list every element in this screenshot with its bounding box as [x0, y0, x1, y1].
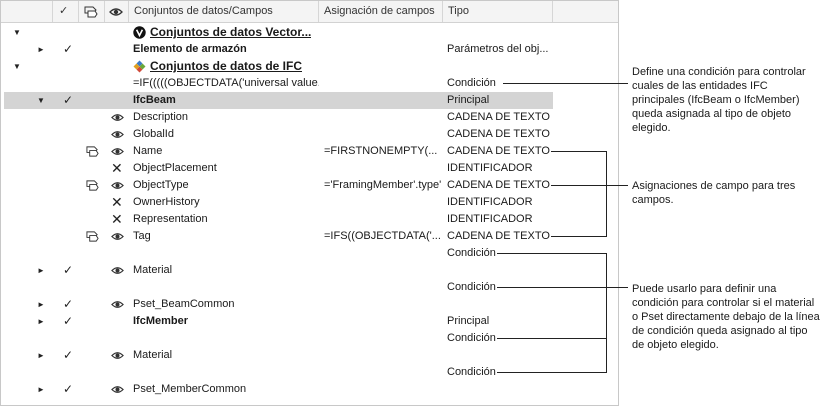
annotation-material-pset-condition: Puede usarlo para definir una condición …: [632, 283, 820, 351]
annotation-field-mappings: Asignaciones de campo para tres campos.: [632, 180, 796, 206]
annotation-condition-entities: Define una condición para controlar cual…: [632, 66, 806, 134]
